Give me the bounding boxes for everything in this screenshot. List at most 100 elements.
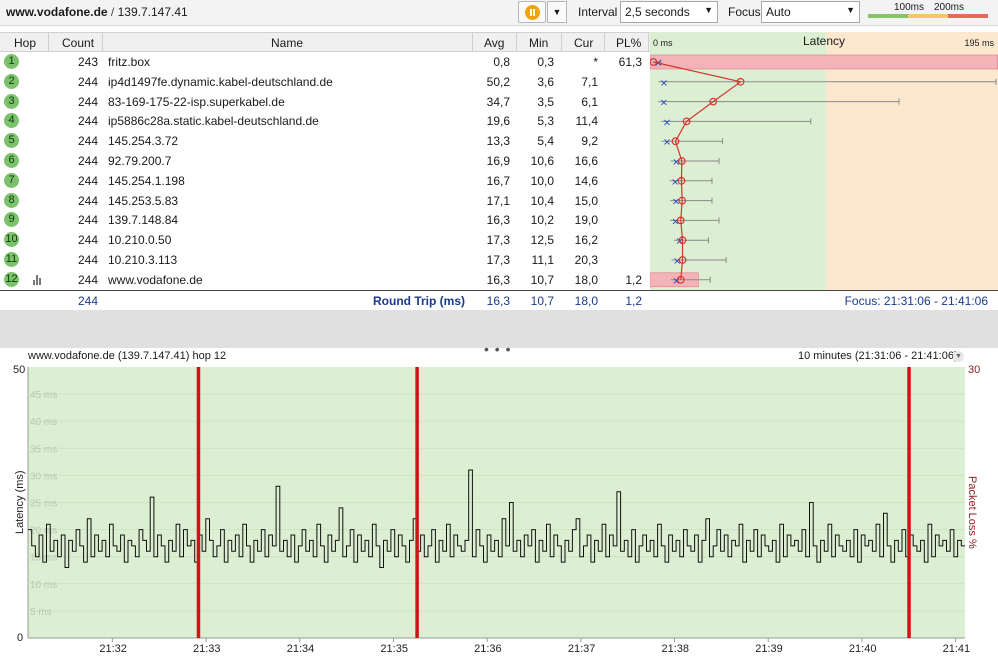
hop-cur: 7,1 <box>581 74 598 89</box>
hop-cur: 6,1 <box>581 94 598 109</box>
latency-header: 0 ms Latency 195 ms <box>650 32 998 52</box>
latency-cur-marker: × <box>663 117 671 128</box>
hop-pl: 61,3 <box>618 55 642 69</box>
legend-strip-mid <box>908 14 948 18</box>
summary-min: 10,7 <box>530 294 554 308</box>
col-count[interactable]: Count <box>62 36 94 50</box>
hop-cur: 15,0 <box>574 193 598 208</box>
latency-min-label: 0 ms <box>653 38 673 48</box>
table-row[interactable]: 11 244 10.210.3.113 17,3 11,1 20,3 <box>0 250 650 270</box>
hop-min: 10,6 <box>530 154 554 168</box>
hop-number-badge: 12 <box>4 271 19 287</box>
latency-cur-marker: × <box>660 98 668 109</box>
grid-label: 25 ms <box>30 499 57 510</box>
target-title: www.vodafone.de / 139.7.147.41 <box>6 5 188 19</box>
table-row[interactable]: 8 244 145.253.5.83 17,1 10,4 15,0 <box>0 191 650 211</box>
hop-avg: 17,3 <box>486 233 510 248</box>
hop-cur: 16,6 <box>574 154 598 168</box>
table-row[interactable]: 4 244 ip5886c28a.static.kabel-deutschland.… <box>0 111 650 131</box>
hop-count: 244 <box>77 114 98 129</box>
hop-name: 92.79.200.7 <box>108 154 172 168</box>
hop-cur: 20,3 <box>574 253 598 267</box>
summary-label: Round Trip (ms) <box>373 294 465 308</box>
x-tick-label: 21:35 <box>380 643 408 655</box>
col-hop[interactable]: Hop <box>14 36 36 50</box>
x-tick-label: 21:38 <box>662 643 690 655</box>
chevron-down-icon[interactable]: ▼ <box>953 351 964 362</box>
col-min[interactable]: Min <box>529 36 548 50</box>
col-name[interactable]: Name <box>271 36 303 50</box>
table-row[interactable]: 1 243 fritz.box 0,8 0,3 * 61,3 <box>0 52 650 72</box>
packet-loss-bar <box>649 54 998 70</box>
hop-cur: * <box>593 55 598 69</box>
table-row[interactable]: 3 244 83-169-175-22-isp.superkabel.de 34,7 3… <box>0 92 650 112</box>
packet-loss-marker <box>196 367 201 638</box>
latency-max-label: 195 ms <box>964 38 994 48</box>
col-pl[interactable]: PL% <box>616 36 641 50</box>
hop-min: 10,2 <box>530 213 554 228</box>
hop-name: 139.7.148.84 <box>108 213 179 228</box>
hop-number-badge: 7 <box>4 172 19 188</box>
table-row[interactable]: 5 244 145.254.3.72 13,3 5,4 9,2 <box>0 131 650 151</box>
x-tick-label: 21:40 <box>849 643 877 655</box>
x-tick-label: 21:41 <box>943 643 971 655</box>
hop-avg: 34,7 <box>486 94 510 109</box>
focus-label: Focus <box>728 5 761 19</box>
table-row[interactable]: 9 244 139.7.148.84 16,3 10,2 19,0 <box>0 210 650 230</box>
legend-high-label: 200ms <box>934 2 965 13</box>
pause-button[interactable] <box>518 1 546 23</box>
hop-count: 243 <box>77 55 98 69</box>
y-axis-label: Latency (ms) <box>14 470 26 534</box>
hop-avg: 16,9 <box>486 154 510 168</box>
interval-select[interactable]: 2,5 seconds ▼ <box>620 1 718 23</box>
graph-range[interactable]: 10 minutes (21:31:06 - 21:41:06) <box>798 350 958 362</box>
table-row[interactable]: 6 244 92.79.200.7 16,9 10,6 16,6 <box>0 151 650 171</box>
hop-count: 244 <box>77 154 98 168</box>
table-row[interactable]: 12 244 www.vodafone.de 16,3 10,7 18,0 1,2 <box>0 270 650 290</box>
grid-label: 5 ms <box>30 607 52 618</box>
grid-label: 35 ms <box>30 444 57 455</box>
column-divider <box>604 32 605 52</box>
pause-menu-button[interactable]: ▼ <box>547 1 567 23</box>
column-divider <box>648 32 649 52</box>
summary-count: 244 <box>77 294 98 308</box>
table-row[interactable]: 2 244 ip4d1497fe.dynamic.kabel-deutschland… <box>0 72 650 92</box>
table-row[interactable]: 7 244 145.254.1.198 16,7 10,0 14,6 <box>0 171 650 191</box>
hop-cur: 14,6 <box>574 173 598 188</box>
legend-strip-low <box>868 14 908 18</box>
hop-number-badge: 2 <box>4 73 19 89</box>
hop-number-badge: 10 <box>4 232 19 248</box>
hop-count: 244 <box>77 233 98 248</box>
hop-cur: 9,2 <box>581 134 598 149</box>
chevron-down-icon: ▼ <box>552 7 562 17</box>
hop-name: fritz.box <box>108 55 151 69</box>
hop-number-badge: 11 <box>4 252 19 267</box>
col-cur[interactable]: Cur <box>574 36 593 50</box>
hop-avg: 16,3 <box>486 213 510 228</box>
bar-chart-icon[interactable] <box>33 274 43 285</box>
splitter-handle[interactable]: • • • <box>484 341 511 357</box>
x-tick-label: 21:37 <box>568 643 596 655</box>
hop-pl: 1,2 <box>625 272 642 287</box>
hop-min: 5,3 <box>537 114 554 129</box>
hop-number-badge: 1 <box>4 54 19 69</box>
col-avg[interactable]: Avg <box>484 36 504 50</box>
latency-color-legend: 100ms 200ms <box>868 2 990 20</box>
summary-cur: 18,0 <box>574 294 598 308</box>
latency-cur-marker: × <box>660 78 668 89</box>
target-host: www.vodafone.de <box>6 5 108 19</box>
latency-zone-low <box>650 52 826 290</box>
hop-min: 12,5 <box>530 233 554 248</box>
hop-min: 10,0 <box>530 173 554 188</box>
hop-number-badge: 8 <box>4 192 19 208</box>
hop-cur: 11,4 <box>575 114 598 129</box>
packet-loss-marker <box>907 367 911 638</box>
hop-name: 10.210.3.113 <box>108 253 178 267</box>
hop-avg: 16,3 <box>486 272 510 287</box>
hop-avg: 0,8 <box>493 55 510 69</box>
table-row[interactable]: 10 244 10.210.0.50 17,3 12,5 16,2 <box>0 230 650 250</box>
latency-cur-marker: × <box>663 137 671 148</box>
focus-select[interactable]: Auto ▼ <box>761 1 860 23</box>
latency-panel: × × × × × × × × × × × × <box>649 52 998 290</box>
grid-label: 30 ms <box>30 471 57 482</box>
